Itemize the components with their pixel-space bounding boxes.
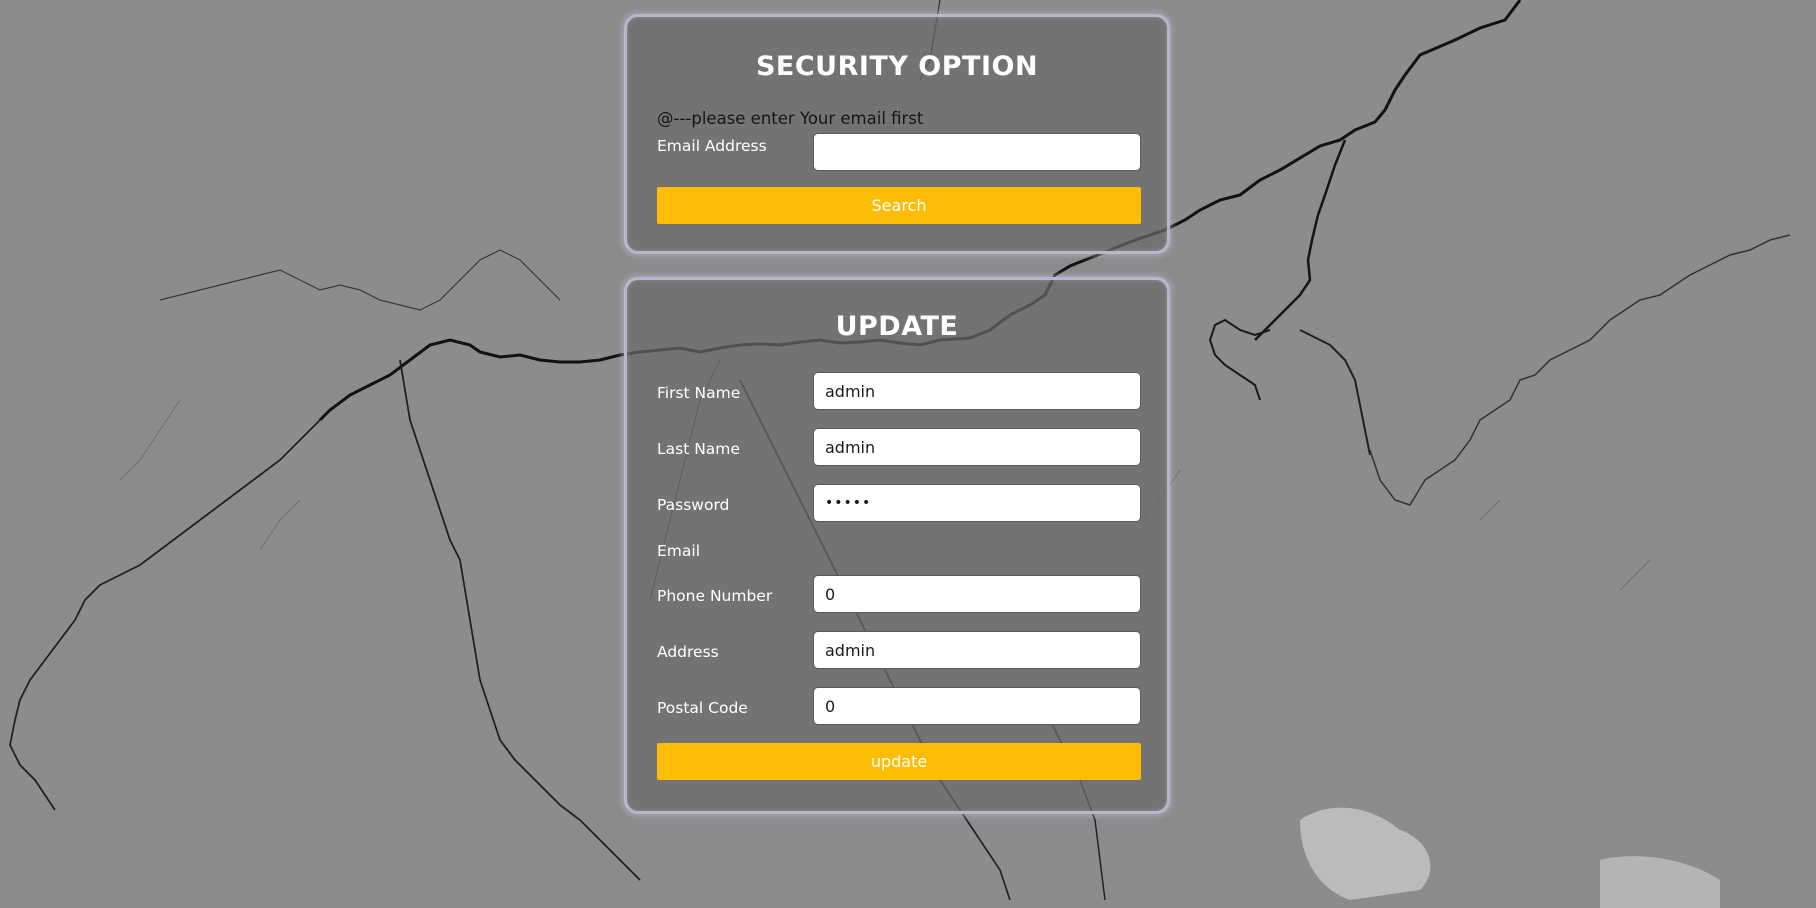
phone-number-label: Phone Number: [657, 587, 773, 605]
email-hint-text: @---please enter Your email first: [657, 109, 924, 128]
postal-code-label: Postal Code: [657, 699, 748, 717]
first-name-input[interactable]: [813, 372, 1141, 410]
first-name-label: First Name: [657, 384, 741, 402]
update-card: UPDATE First Name Last Name Password Ema…: [624, 277, 1170, 814]
password-input[interactable]: [813, 484, 1141, 522]
last-name-input[interactable]: [813, 428, 1141, 466]
address-input[interactable]: [813, 631, 1141, 669]
postal-code-input[interactable]: [813, 687, 1141, 725]
email-address-input[interactable]: [813, 133, 1141, 171]
update-title: UPDATE: [835, 311, 959, 342]
email-label: Email: [657, 542, 701, 560]
page-background: SECURITY OPTION @---please enter Your em…: [0, 0, 1816, 908]
security-option-card: SECURITY OPTION @---please enter Your em…: [624, 14, 1170, 254]
security-option-title: SECURITY OPTION: [755, 51, 1039, 82]
address-label: Address: [657, 643, 719, 661]
update-button[interactable]: update: [657, 743, 1141, 780]
last-name-label: Last Name: [657, 440, 740, 458]
email-address-label: Email Address: [657, 137, 767, 155]
search-button[interactable]: Search: [657, 187, 1141, 224]
phone-number-input[interactable]: [813, 575, 1141, 613]
password-label: Password: [657, 496, 730, 514]
